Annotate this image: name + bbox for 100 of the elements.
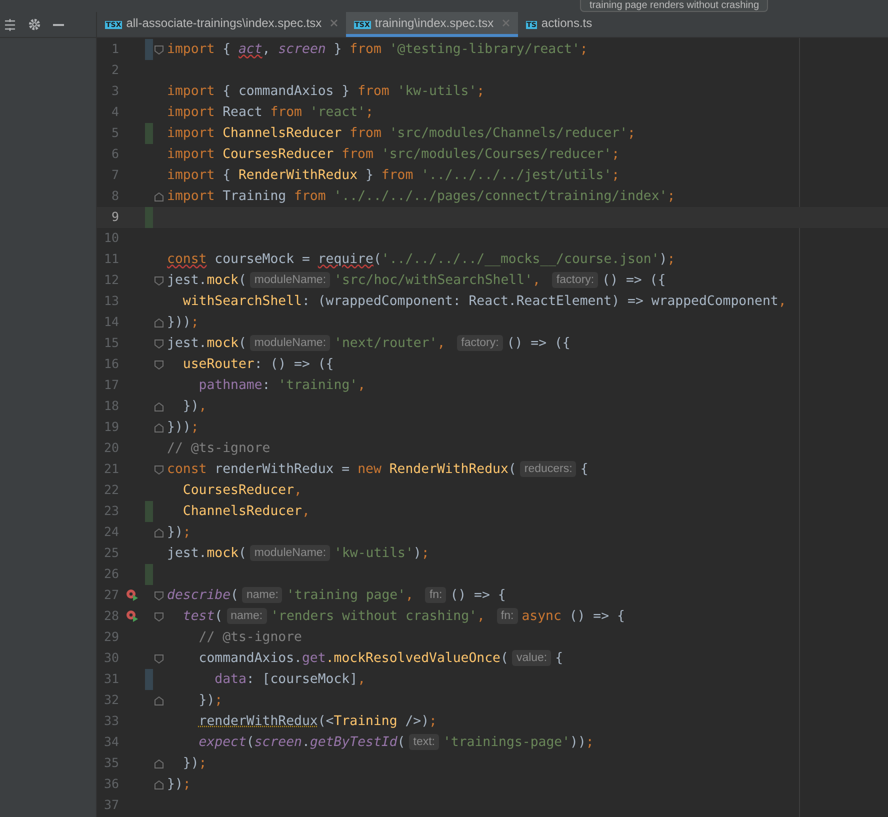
- fold-marker-icon[interactable]: [154, 612, 164, 622]
- collapse-all-icon[interactable]: [4, 18, 16, 30]
- code-token: : (wrappedComponent: React.ReactElement) => wrappedComponent: [302, 292, 778, 311]
- code-token: (: [238, 334, 246, 353]
- code-token: jest.: [167, 544, 207, 563]
- fold-marker-icon[interactable]: [154, 360, 164, 370]
- code-token: ;: [628, 124, 636, 143]
- code-token: (: [500, 650, 508, 668]
- fold-marker-icon[interactable]: [154, 590, 164, 600]
- code-token: ;: [214, 692, 223, 710]
- code-token: 'next/router': [334, 334, 438, 353]
- fold-marker-icon[interactable]: [154, 318, 164, 328]
- settings-icon[interactable]: [28, 18, 41, 31]
- line-number: 2: [110, 61, 119, 80]
- fold-marker-icon[interactable]: [154, 192, 164, 202]
- code-token: (: [373, 250, 382, 269]
- code-token: ;: [580, 40, 588, 59]
- fold-marker-icon[interactable]: [154, 276, 164, 286]
- code-token: ,: [406, 586, 414, 605]
- code-token: import: [167, 146, 216, 164]
- code-token: ,: [294, 482, 302, 500]
- line-number: 10: [102, 229, 119, 248]
- code-token: 'react': [310, 104, 366, 122]
- code-token: const: [167, 250, 207, 269]
- code-token: 'training page': [286, 586, 406, 605]
- code-token: ;: [366, 104, 374, 122]
- code-token: ChannelsReducer: [182, 502, 302, 521]
- code-token: from: [358, 82, 390, 101]
- code-token: describe: [167, 586, 231, 605]
- run-test-icon[interactable]: [126, 589, 138, 602]
- fold-marker-icon[interactable]: [154, 696, 164, 706]
- code-token: ;: [190, 314, 199, 332]
- code-token: 'src/modules/Channels/reducer': [389, 124, 628, 143]
- code-token: ,: [358, 670, 366, 689]
- code-token: new: [358, 460, 382, 479]
- code-token: courseMock =: [214, 250, 311, 269]
- close-icon[interactable]: [330, 19, 338, 27]
- code-token: ;: [612, 166, 620, 185]
- parameter-hint: value:: [512, 650, 552, 666]
- parameter-hint: factory:: [552, 272, 598, 288]
- code-token: }): [182, 398, 199, 416]
- fold-marker-icon[interactable]: [154, 528, 164, 538]
- fold-marker-icon[interactable]: [154, 654, 164, 664]
- line-number: 15: [102, 334, 119, 352]
- code-token: {: [222, 166, 232, 185]
- line-number: 6: [110, 145, 119, 164]
- line-number: 31: [102, 670, 119, 688]
- code-token: require: [318, 250, 374, 269]
- parameter-hint: text:: [409, 734, 439, 750]
- close-icon[interactable]: [502, 19, 510, 27]
- code-token: ,: [358, 376, 366, 395]
- code-token: ;: [198, 754, 207, 773]
- code-token: ,: [262, 40, 272, 59]
- line-number: 25: [102, 544, 119, 562]
- line-number: 20: [102, 439, 119, 458]
- code-token: ;: [586, 734, 594, 752]
- code-token: :: [262, 376, 272, 395]
- code-token: () => ({: [506, 334, 570, 353]
- fold-marker-icon[interactable]: [154, 338, 164, 348]
- line-number: 27: [102, 586, 119, 604]
- code-token: renderWithRedux =: [214, 460, 351, 479]
- parameter-hint: moduleName:: [250, 335, 330, 352]
- line-number: 28: [102, 607, 119, 626]
- run-test-icon[interactable]: [126, 610, 138, 623]
- code-token: 'kw-utils': [334, 544, 414, 563]
- line-number: 37: [102, 796, 119, 814]
- parameter-hint: fn:: [425, 587, 446, 604]
- line-number: 3: [110, 82, 119, 100]
- fold-marker-icon[interactable]: [154, 780, 164, 790]
- fold-marker-icon[interactable]: [154, 422, 164, 432]
- line-number: 4: [110, 103, 119, 122]
- code-token: ;: [612, 146, 620, 164]
- code-token: ;: [421, 544, 430, 563]
- fold-marker-icon[interactable]: [154, 464, 164, 474]
- code-token: from: [350, 40, 382, 59]
- code-token: (: [238, 272, 246, 290]
- line-number: 13: [102, 292, 119, 310]
- code-comment: // @ts-ignore: [198, 628, 302, 647]
- code-token: }): [167, 776, 183, 794]
- line-number: 24: [102, 523, 119, 542]
- line-number: 21: [102, 460, 119, 478]
- fold-marker-icon[interactable]: [154, 44, 164, 54]
- code-token: }): [182, 754, 199, 773]
- code-token: ;: [429, 712, 437, 731]
- code-token: '@testing-library/react': [389, 40, 580, 59]
- line-number: 5: [110, 124, 119, 142]
- code-token: pathname: [198, 376, 262, 395]
- code-token: (: [508, 460, 516, 479]
- code-token: from: [270, 104, 303, 122]
- code-token: .mockResolvedValueOnce: [326, 650, 500, 668]
- minimize-icon[interactable]: [53, 24, 64, 26]
- line-number: 34: [102, 733, 119, 752]
- code-token: Training: [334, 712, 398, 731]
- parameter-hint: moduleName:: [250, 272, 330, 288]
- parameter-hint: reducers:: [520, 461, 576, 478]
- run-configuration-dropdown[interactable]: training page renders without crashing: [580, 0, 768, 12]
- fold-marker-icon[interactable]: [154, 758, 164, 768]
- code-token: import: [167, 40, 216, 59]
- code-token: withSearchShell: [182, 292, 302, 311]
- fold-marker-icon[interactable]: [154, 402, 164, 412]
